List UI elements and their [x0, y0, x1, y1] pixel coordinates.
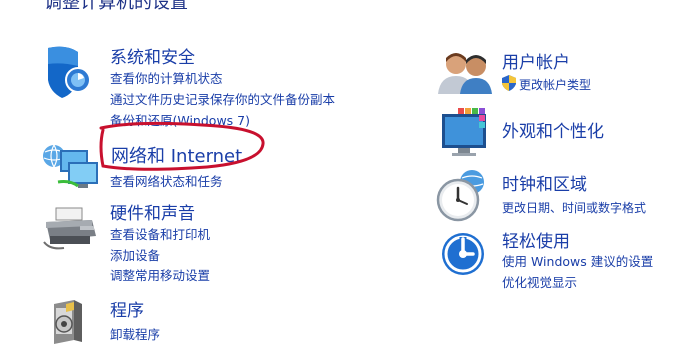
category-title-system-security[interactable]: 系统和安全	[110, 43, 195, 68]
link-backup-restore[interactable]: 备份和还原(Windows 7)	[110, 110, 250, 129]
programs-icon	[50, 298, 86, 344]
category-title-hardware-sound[interactable]: 硬件和声音	[110, 199, 195, 224]
printer-icon	[42, 206, 100, 254]
link-view-computer-status[interactable]: 查看你的计算机状态	[110, 68, 223, 87]
category-title-clock-region[interactable]: 时钟和区域	[502, 170, 587, 195]
link-optimize-visual-display[interactable]: 优化视觉显示	[502, 272, 577, 291]
accessibility-icon	[440, 230, 486, 278]
category-title-programs[interactable]: 程序	[110, 296, 144, 321]
link-change-date-time-format[interactable]: 更改日期、时间或数字格式	[502, 199, 646, 216]
users-icon	[438, 50, 494, 94]
page-title: 调整计算机的设置	[44, 0, 188, 13]
clock-icon	[436, 168, 492, 222]
link-view-network-status[interactable]: 查看网络状态和任务	[110, 171, 223, 190]
link-windows-recommended-settings[interactable]: 使用 Windows 建议的设置	[502, 251, 653, 270]
link-mobility-settings[interactable]: 调整常用移动设置	[110, 265, 210, 284]
link-view-devices-printers[interactable]: 查看设备和打印机	[110, 224, 210, 243]
category-title-user-accounts[interactable]: 用户帐户	[502, 48, 570, 73]
network-icon	[42, 140, 102, 192]
category-title-ease-of-access[interactable]: 轻松使用	[502, 227, 570, 252]
shield-icon	[44, 42, 96, 100]
link-add-device[interactable]: 添加设备	[110, 245, 160, 264]
link-file-history-backup[interactable]: 通过文件历史记录保存你的文件备份副本	[110, 89, 335, 108]
link-change-account-type[interactable]: 更改帐户类型	[519, 76, 591, 93]
uac-shield-icon	[502, 75, 516, 91]
category-title-network-internet[interactable]: 网络和 Internet	[111, 142, 242, 168]
display-icon	[440, 106, 490, 158]
link-uninstall-program[interactable]: 卸载程序	[110, 324, 160, 343]
category-title-appearance[interactable]: 外观和个性化	[502, 117, 604, 142]
